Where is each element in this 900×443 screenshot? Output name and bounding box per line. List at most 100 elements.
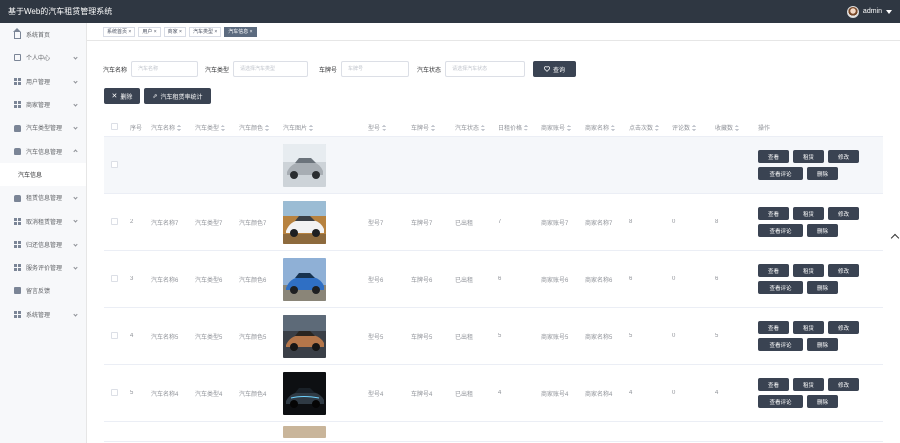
table-row: 3 汽车名称6 汽车类型6 汽车颜色6 型号6 车牌号6 已出租 6 商家账号6 商家名称6 6 0 6… [104,251,883,308]
sidebar-subitem-car-info[interactable]: 汽车信息 [0,162,86,187]
tab-merchants[interactable]: 商家 × [163,26,186,37]
sort-icon [382,124,387,131]
sidebar-item-returns[interactable]: 归还信息管理 [0,233,86,256]
edit-button[interactable]: 修改 [828,321,859,334]
view-reviews-button[interactable]: 查看评论 [758,224,803,237]
car-image[interactable] [283,257,326,301]
view-reviews-button[interactable]: 查看评论 [758,167,803,180]
row-checkbox[interactable] [104,388,127,398]
sidebar-item-reviews[interactable]: 服务评价管理 [0,256,86,279]
rent-button[interactable]: 租赁 [793,321,824,334]
row-checkbox[interactable] [104,217,127,227]
delete-button[interactable]: 删除 [807,338,838,351]
row-plate: 车牌号5 [411,334,433,341]
row-comments: 0 [672,276,676,282]
car-image[interactable] [283,143,326,187]
select-all-checkbox[interactable] [104,122,127,132]
sidebar-item-car-info-mgmt[interactable]: 汽车信息管理 [0,139,86,162]
row-car-image-cell [280,143,365,187]
sidebar-item-label: 服务评价管理 [26,266,63,273]
sidebar-item-system[interactable]: 系统管理 [0,303,86,326]
delete-button[interactable]: 删除 [807,224,838,237]
sidebar: 系统首页 个人中心 用户管理 商家管理 汽车类型管理 汽车信息管理 汽车信息 租… [0,23,87,443]
col-header-plate[interactable]: 车牌号 [408,123,452,132]
name-input[interactable]: 汽车名称 [131,61,199,77]
row-checkbox[interactable] [104,331,127,341]
sidebar-item-home[interactable]: 系统首页 [0,23,86,46]
chevron-down-icon [73,195,78,200]
search-button[interactable]: 查询 [533,61,577,77]
delete-button[interactable]: 删除 [807,395,838,408]
col-header-status[interactable]: 汽车状态 [452,123,495,132]
col-header-name[interactable]: 汽车名称 [148,123,192,132]
chevron-down-icon [73,311,78,317]
status-select[interactable]: 请选择汽车状态 [445,61,526,77]
col-header-color[interactable]: 汽车颜色 [236,123,280,132]
view-button[interactable]: 查看 [758,207,789,220]
view-reviews-button[interactable]: 查看评论 [758,281,803,294]
row-checkbox[interactable] [104,274,127,284]
edit-button[interactable]: 修改 [828,378,859,391]
tab-car-info[interactable]: 汽车信息 × [224,26,257,37]
rent-button[interactable]: 租赁 [793,264,824,277]
view-button[interactable]: 查看 [758,378,789,391]
row-car-name: 汽车名称7 [151,220,179,227]
col-header-model[interactable]: 型号 [365,123,408,132]
user-menu[interactable]: admin [846,5,892,18]
row-status: 已出租 [455,334,474,341]
col-header-favorites[interactable]: 收藏数 [712,123,755,132]
col-header-index: 序号 [130,125,143,132]
batch-delete-button[interactable]: ✕ 删除 [104,88,140,104]
row-operations: 查看 租赁 修改查看评论 删除 [755,207,883,237]
sidebar-item-rentals[interactable]: 租赁信息管理 [0,186,86,209]
car-table: 序号 汽车名称 汽车类型 汽车颜色 汽车图片 型号 车牌号 汽车状态 日租价格 … [104,118,883,442]
delete-button[interactable]: 删除 [807,167,838,180]
tab-car-types[interactable]: 汽车类型 × [188,26,222,37]
sidebar-item-label: 个人中心 [26,56,51,63]
rent-button[interactable]: 租赁 [793,207,824,220]
col-header-merchant-name[interactable]: 商家名称 [582,123,626,132]
row-checkbox[interactable] [104,160,127,170]
view-button[interactable]: 查看 [758,150,789,163]
row-car-color: 汽车颜色6 [239,277,267,284]
plate-input[interactable]: 车牌号 [341,61,410,77]
type-select[interactable]: 请选择汽车类型 [233,61,309,77]
view-reviews-button[interactable]: 查看评论 [758,338,803,351]
view-reviews-button[interactable]: 查看评论 [758,395,803,408]
view-button[interactable]: 查看 [758,264,789,277]
col-header-type[interactable]: 汽车类型 [192,123,236,132]
table-row: 2 汽车名称7 汽车类型7 汽车颜色7 型号7 车牌号7 已出租 7 商家账号7 商家名称7 8 0 8… [104,194,883,251]
sidebar-item-cancellations[interactable]: 取消租赁管理 [0,209,86,232]
row-daily-price: 4 [498,390,502,396]
tab-home[interactable]: 系统首页 × [103,26,136,37]
caret-down-icon [886,9,892,14]
rental-stats-button[interactable]: ⇗ 汽车租赁率统计 [144,88,211,104]
edit-button[interactable]: 修改 [828,264,859,277]
car-image[interactable] [283,314,326,358]
chevron-right-icon[interactable] [890,233,900,243]
col-header-merchant-account[interactable]: 商家账号 [538,123,582,132]
edit-button[interactable]: 修改 [828,207,859,220]
row-index: 5 [130,390,134,396]
sidebar-item-merchants[interactable]: 商家管理 [0,93,86,116]
rent-button[interactable]: 租赁 [793,378,824,391]
col-header-comments[interactable]: 评论数 [669,123,712,132]
grid-icon [14,217,21,225]
row-daily-price: 6 [498,276,502,282]
stats-label: 汽车租赁率统计 [160,94,203,101]
rent-button[interactable]: 租赁 [793,150,824,163]
edit-button[interactable]: 修改 [828,150,859,163]
car-image[interactable] [283,371,326,415]
tab-users[interactable]: 用户 × [138,26,161,37]
car-image[interactable] [283,200,326,244]
sidebar-item-users[interactable]: 用户管理 [0,70,86,93]
sidebar-item-car-types[interactable]: 汽车类型管理 [0,116,86,139]
view-button[interactable]: 查看 [758,321,789,334]
sidebar-item-feedback[interactable]: 留言反馈 [0,279,86,302]
sidebar-item-profile[interactable]: 个人中心 [0,46,86,69]
delete-button[interactable]: 删除 [807,281,838,294]
col-header-clicks[interactable]: 点击次数 [626,123,669,132]
col-header-image[interactable]: 汽车图片 [280,123,365,132]
car-image[interactable] [283,425,326,438]
col-header-daily-price[interactable]: 日租价格 [495,123,538,132]
